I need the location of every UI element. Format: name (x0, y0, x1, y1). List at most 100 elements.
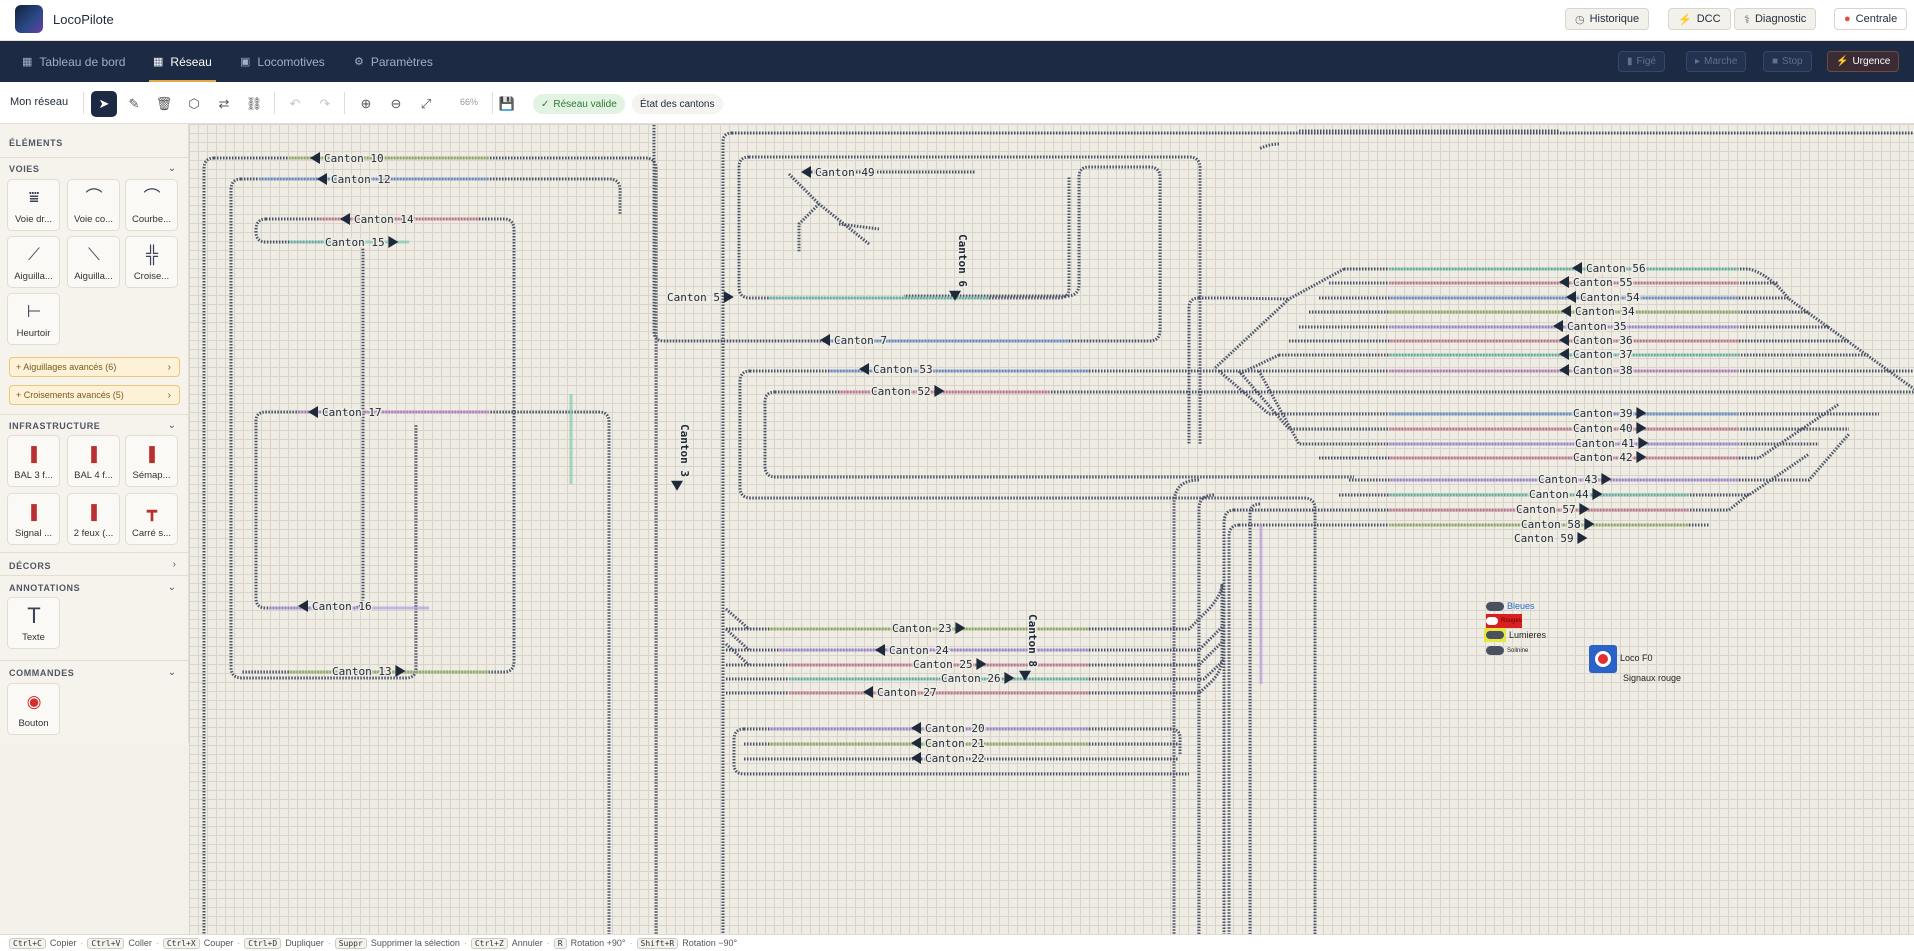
3d-tool[interactable]: ⬡ (181, 91, 207, 117)
canton-label[interactable]: Canton 52 (870, 384, 933, 400)
tile-bal-3[interactable]: ❚ BAL 3 f... (7, 435, 60, 487)
canton-label[interactable]: Canton 37 (1572, 347, 1635, 363)
chevron-down-icon[interactable]: ⌄ (168, 667, 176, 678)
canton-label[interactable]: Canton 53 (872, 362, 935, 378)
canton-label[interactable]: Canton 20 (924, 721, 987, 737)
save-button[interactable]: 💾 (494, 91, 520, 117)
block-states-button[interactable]: État des cantons (632, 94, 723, 114)
canton-label[interactable]: Canton 26 (940, 671, 1003, 687)
canton-label[interactable]: Canton 15 (324, 235, 387, 251)
chevron-right-icon[interactable]: › (173, 559, 176, 570)
emergency-button[interactable]: ⚡ Urgence (1827, 51, 1900, 72)
chevron-down-icon[interactable]: ⌄ (168, 582, 176, 593)
canton-label[interactable]: Canton 10 (323, 151, 386, 167)
canton-label[interactable]: Canton 41 (1574, 436, 1637, 452)
delete-tool[interactable]: 🗑 (151, 91, 177, 117)
zoom-in-button[interactable]: ⊕ (353, 91, 379, 117)
advanced-crossings-button[interactable]: + Croisements avancés (5) › (9, 385, 180, 405)
tile-semaphore[interactable]: ❚ Sémap... (125, 435, 178, 487)
canton-label[interactable]: Canton 57 (1515, 502, 1578, 518)
canton-label[interactable]: Canton 25 (912, 657, 975, 673)
stop-button[interactable]: ■ Stop (1763, 51, 1812, 72)
track-layout[interactable]: Canton 10 Canton 12 Canton 14 Canton 15 Cant… (189, 124, 1914, 934)
section-decors[interactable]: DÉCORS (9, 561, 51, 571)
canton-label[interactable]: Canton 3 (677, 423, 693, 479)
tile-courbe[interactable]: ⌒ Courbe... (125, 179, 178, 231)
tile-bouton[interactable]: ◉ Bouton (7, 683, 60, 735)
canton-label[interactable]: Canton 35 (1566, 319, 1629, 335)
network-canvas[interactable]: Canton 10 Canton 12 Canton 14 Canton 15 Cant… (189, 124, 1914, 934)
canton-label[interactable]: Canton 54 (1579, 290, 1642, 306)
section-voies[interactable]: VOIES (9, 164, 40, 174)
dcc-button[interactable]: ⚡ DCC (1668, 8, 1731, 30)
history-button[interactable]: ◷ Historique (1565, 8, 1650, 30)
canton-label[interactable]: Canton 38 (1572, 363, 1635, 379)
toggle-lumieres[interactable]: Lumieres (1484, 628, 1546, 642)
canton-label[interactable]: Canton 49 (814, 165, 877, 181)
canton-label[interactable]: Canton 58 (1520, 517, 1583, 533)
canton-label[interactable]: Canton 16 (311, 599, 374, 615)
canton-label[interactable]: Canton 24 (888, 643, 951, 659)
canton-label[interactable]: Canton 39 (1572, 406, 1635, 422)
canton-label[interactable]: Canton 27 (876, 685, 939, 701)
tile-croisement[interactable]: ╬ Croise... (125, 236, 178, 288)
canton-label[interactable]: Canton 34 (1574, 304, 1637, 320)
section-commandes[interactable]: COMMANDES (9, 668, 74, 678)
canton-label[interactable]: Canton 8 (1025, 613, 1041, 669)
canton-label[interactable]: Canton 17 (321, 405, 384, 421)
canton-label[interactable]: Canton 6 (955, 233, 971, 289)
select-tool[interactable]: ➤ (91, 91, 117, 117)
canton-label[interactable]: Canton 55 (1572, 275, 1635, 291)
network-name[interactable]: Mon réseau (10, 96, 68, 108)
fit-button[interactable]: ⤢ (413, 91, 439, 117)
section-infrastructure[interactable]: INFRASTRUCTURE (9, 421, 100, 431)
centrale-button[interactable]: ● Centrale (1834, 8, 1908, 30)
tile-voie-courbe[interactable]: ⌒ Voie co... (67, 179, 120, 231)
diagnostic-button[interactable]: ⚕ Diagnostic (1734, 8, 1817, 30)
undo-button[interactable]: ↶ (282, 91, 308, 117)
canton-label[interactable]: Canton 22 (924, 751, 987, 767)
tile-aiguillage-2[interactable]: ⟍ Aiguilla... (67, 236, 120, 288)
run-button[interactable]: ▸ Marche (1686, 51, 1747, 72)
canton-label[interactable]: Canton 7 (833, 333, 889, 349)
zoom-out-button[interactable]: ⊖ (383, 91, 409, 117)
canton-label[interactable]: Canton 59 (1513, 531, 1576, 547)
tile-signal[interactable]: ❚ Signal ... (7, 493, 60, 545)
canton-label[interactable]: Canton 23 (891, 621, 954, 637)
tile-voie-droite[interactable]: ⩸ Voie dr... (7, 179, 60, 231)
canton-label[interactable]: Canton 36 (1572, 333, 1635, 349)
canton-label[interactable]: Canton 40 (1572, 421, 1635, 437)
tile-2-feux[interactable]: ❚ 2 feux (... (67, 493, 120, 545)
canton-label[interactable]: Canton 42 (1572, 450, 1635, 466)
canton-label[interactable]: Canton 5 (666, 290, 722, 306)
section-annotations[interactable]: ANNOTATIONS (9, 583, 80, 593)
canton-label[interactable]: Canton 43 (1537, 472, 1600, 488)
route-tool[interactable]: ⇄ (211, 91, 237, 117)
tab-locomotives[interactable]: ▣ Locomotives (240, 41, 325, 82)
tile-aiguillage-1[interactable]: ⟋ Aiguilla... (7, 236, 60, 288)
canton-label[interactable]: Canton 56 (1585, 261, 1648, 277)
chevron-down-icon[interactable]: ⌄ (168, 163, 176, 174)
link-tool[interactable]: ⛓ (241, 91, 267, 117)
canton-label[interactable]: Canton 44 (1528, 487, 1591, 503)
toggle-sollnine[interactable]: Sollnine (1486, 646, 1528, 655)
freeze-button[interactable]: ▮ Figé (1618, 51, 1665, 72)
draw-tool[interactable]: ✎ (121, 91, 147, 117)
advanced-switches-button[interactable]: + Aiguillages avancés (6) › (9, 357, 180, 377)
chevron-down-icon[interactable]: ⌄ (168, 420, 176, 431)
tile-texte[interactable]: T Texte (7, 597, 60, 649)
redo-button[interactable]: ↷ (312, 91, 338, 117)
tab-dashboard[interactable]: ▦ Tableau de bord (22, 41, 125, 82)
tab-parametres[interactable]: ⚙ Paramètres (354, 41, 433, 82)
canton-label[interactable]: Canton 21 (924, 736, 987, 752)
tab-reseau[interactable]: ▦ Réseau (149, 41, 216, 82)
tile-bal-4[interactable]: ❚ BAL 4 f... (67, 435, 120, 487)
canton-label[interactable]: Canton 13 (331, 664, 394, 680)
canton-label[interactable]: Canton 12 (330, 172, 393, 188)
toggle-bleues[interactable]: Bleues (1486, 601, 1535, 611)
loco-f0-button[interactable] (1589, 645, 1617, 673)
canton-label[interactable]: Canton 14 (353, 212, 416, 228)
tile-carre[interactable]: ┳ Carré s... (125, 493, 178, 545)
toggle-rouges[interactable]: Rouges (1486, 614, 1522, 628)
tile-heurtoir[interactable]: ⊢ Heurtoir (7, 293, 60, 345)
